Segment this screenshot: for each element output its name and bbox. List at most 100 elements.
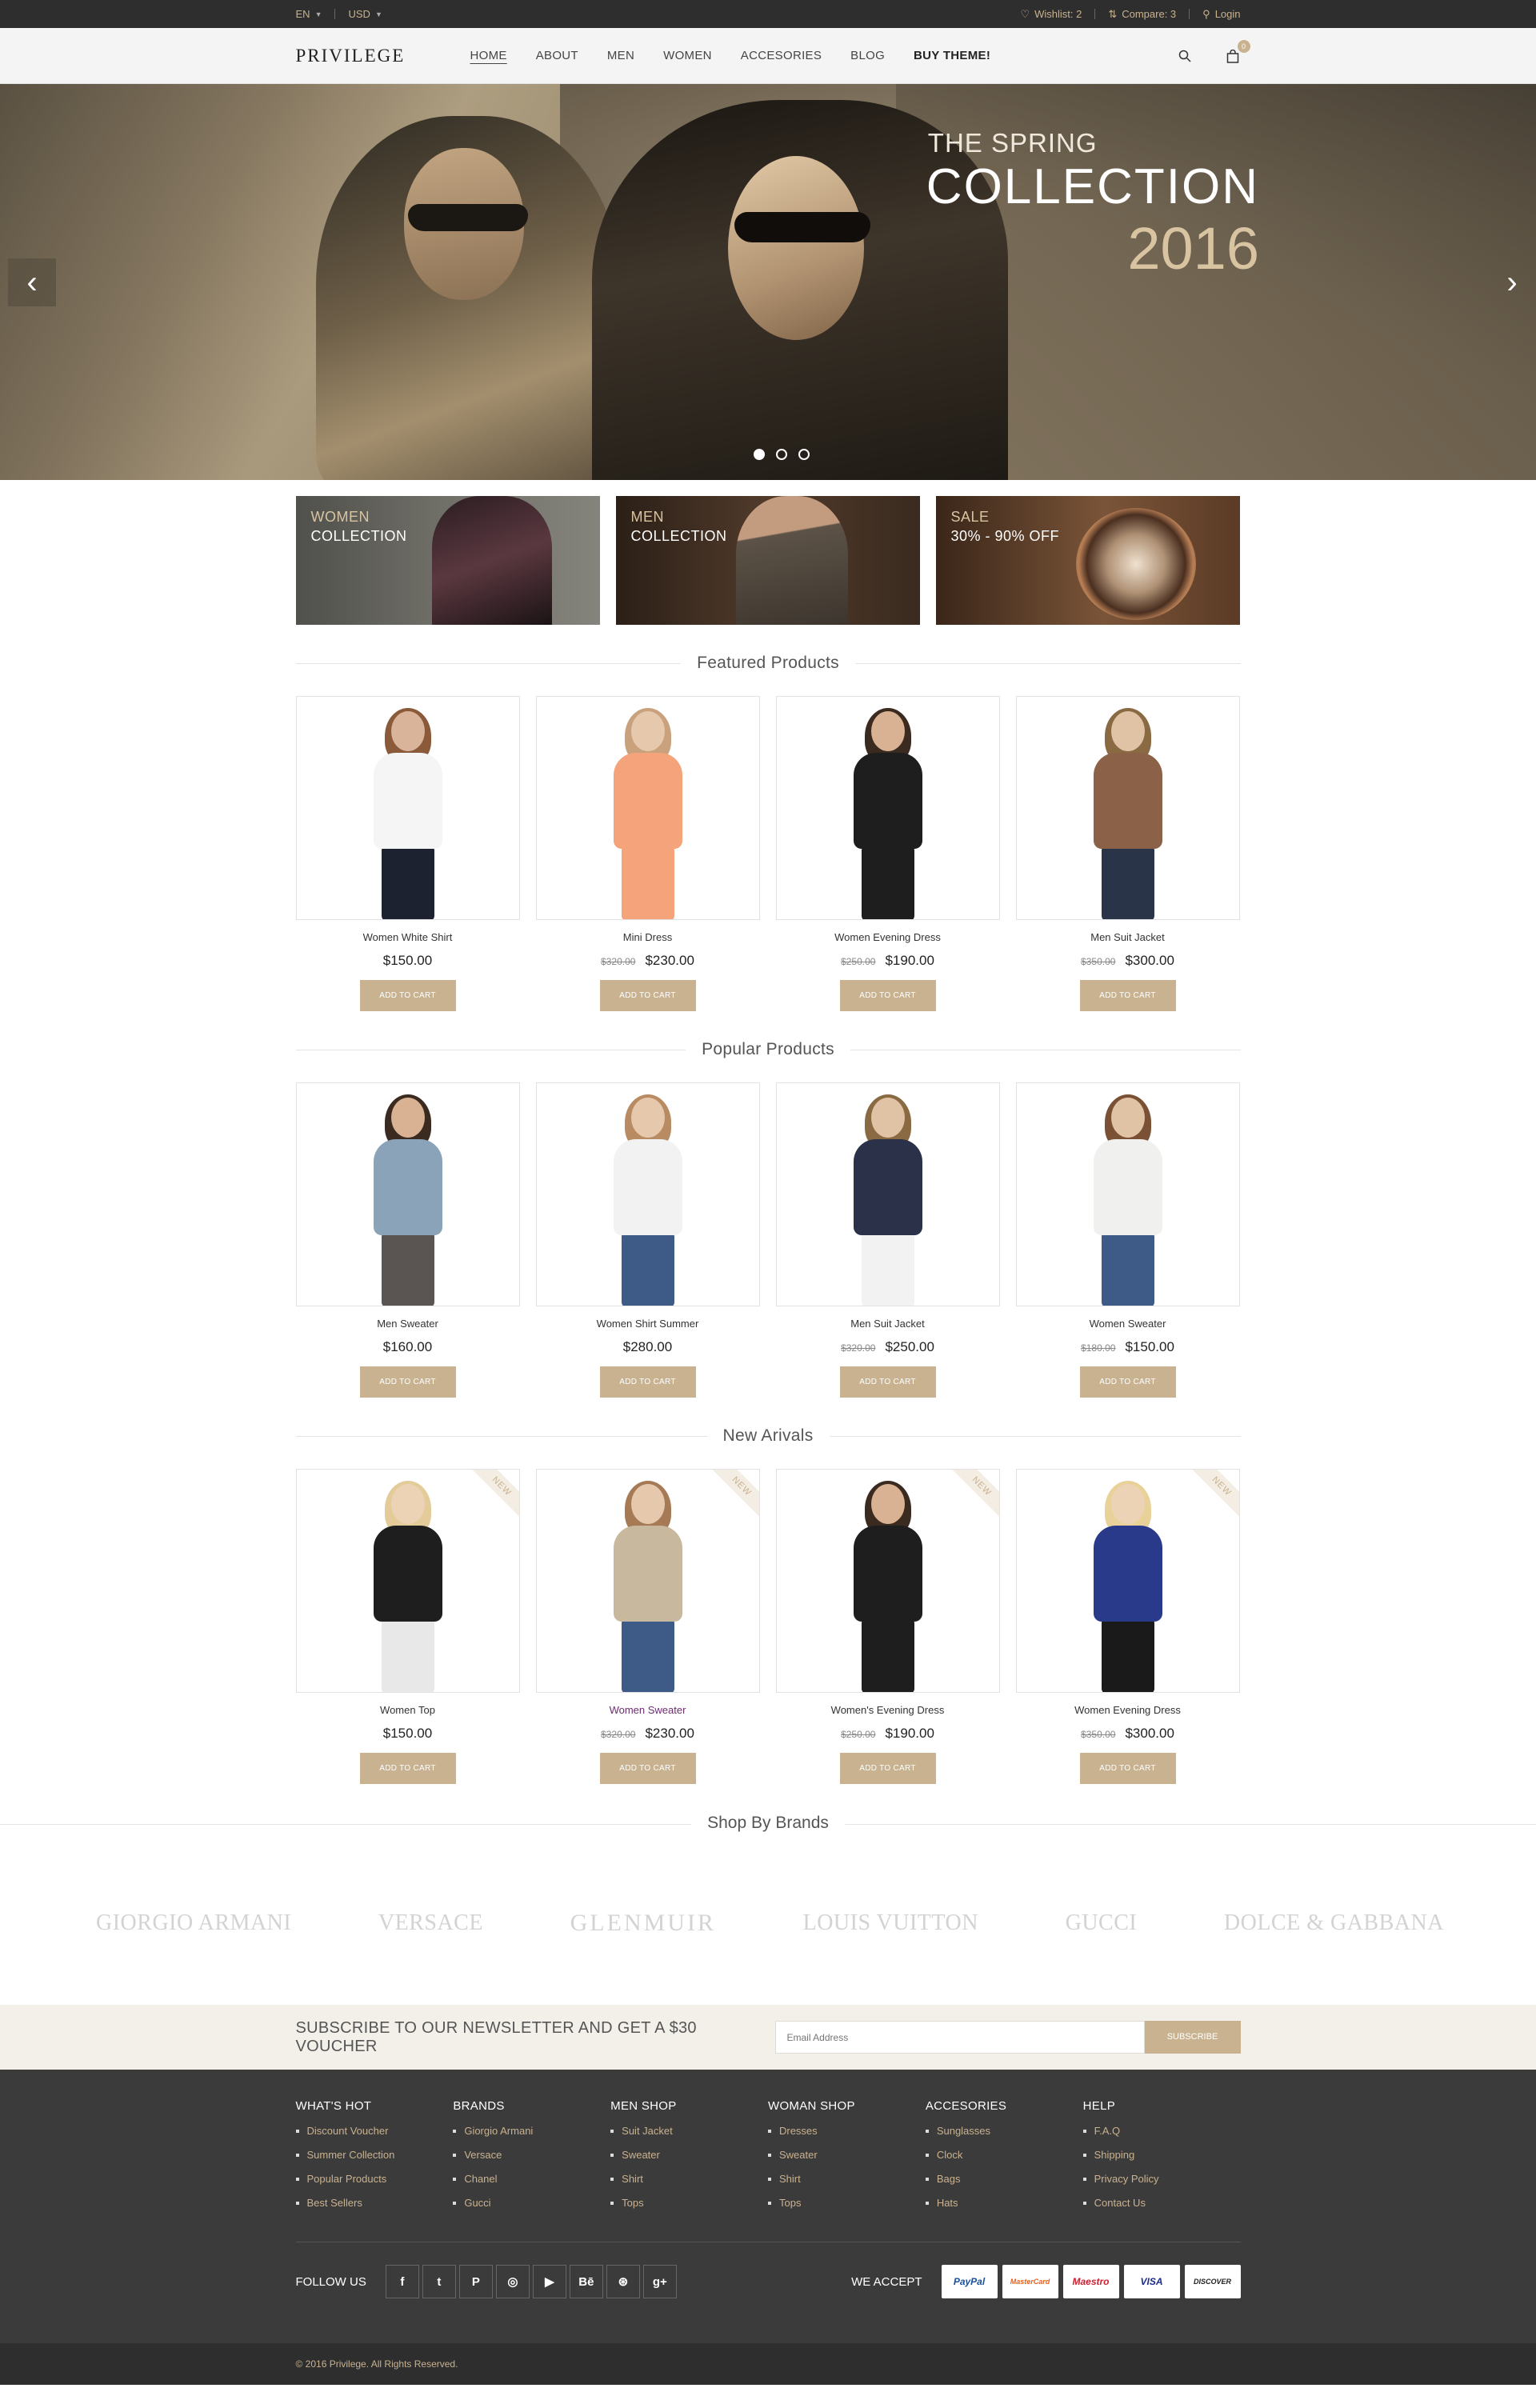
footer-link[interactable]: Summer Collection [295,2149,454,2161]
add-to-cart-button[interactable]: ADD TO CART [1079,980,1176,1011]
banner-sale[interactable]: SALE 30% - 90% OFF [935,496,1240,625]
footer-link[interactable]: F.A.Q [1082,2125,1241,2137]
add-to-cart-button[interactable]: ADD TO CART [599,1753,696,1784]
product-name[interactable]: Women Sweater [536,1704,760,1716]
footer-link[interactable]: Sunglasses [925,2125,1083,2137]
product-name[interactable]: Women Shirt Summer [536,1318,760,1330]
hero-slider[interactable]: THE SPRING COLLECTION 2016 ‹ › [0,84,1536,480]
compare-link[interactable]: ⇅ Compare: 3 [1095,8,1189,21]
site-logo[interactable]: PRIVILEGE [296,46,456,66]
footer-link[interactable]: Tops [767,2197,926,2209]
nav-women[interactable]: WOMEN [649,46,726,66]
product-image[interactable] [295,1082,520,1306]
footer-link[interactable]: Shirt [610,2173,768,2185]
nav-men[interactable]: MEN [593,46,649,66]
product-image[interactable] [535,696,760,920]
product-name[interactable]: Men Sweater [296,1318,520,1330]
footer-link[interactable]: Popular Products [295,2173,454,2185]
instagram-icon[interactable]: ◎ [495,2265,530,2298]
footer-link[interactable]: Best Sellers [295,2197,454,2209]
behance-icon[interactable]: Bē [569,2265,603,2298]
footer-link[interactable]: Gucci [453,2197,610,2209]
footer-link[interactable]: Shirt [767,2173,926,2185]
login-link[interactable]: ⚲ Login [1190,8,1240,21]
product-image[interactable] [775,1082,1000,1306]
product-image[interactable] [1015,696,1240,920]
product-image[interactable] [295,696,520,920]
footer-link[interactable]: Discount Voucher [295,2125,454,2137]
nav-accesories[interactable]: ACCESORIES [726,46,836,66]
footer-link[interactable]: Dresses [767,2125,926,2137]
nav-about[interactable]: ABOUT [522,46,593,66]
prev-slide-button[interactable]: ‹ [8,258,56,306]
footer-link[interactable]: Shipping [1082,2149,1241,2161]
googleplus-icon[interactable]: g+ [642,2265,677,2298]
search-icon[interactable] [1177,48,1193,64]
slider-dot[interactable] [776,449,787,460]
brand-logo[interactable]: DOLCE & GABBANA [1224,1910,1444,1936]
subscribe-button[interactable]: SUBSCRIBE [1144,2021,1241,2054]
twitter-icon[interactable]: t [422,2265,456,2298]
add-to-cart-button[interactable]: ADD TO CART [359,1366,456,1398]
add-to-cart-button[interactable]: ADD TO CART [359,980,456,1011]
brand-logo[interactable]: GUCCI [1066,1910,1138,1936]
product-name[interactable]: Women Sweater [1016,1318,1240,1330]
add-to-cart-button[interactable]: ADD TO CART [839,1753,936,1784]
footer-link[interactable]: Bags [925,2173,1083,2185]
product-image[interactable]: NEW [295,1469,520,1693]
pinterest-icon[interactable]: P [458,2265,493,2298]
product-image[interactable]: NEW [1015,1469,1240,1693]
product-name[interactable]: Mini Dress [536,931,760,943]
next-slide-button[interactable]: › [1488,258,1536,306]
add-to-cart-button[interactable]: ADD TO CART [839,1366,936,1398]
email-field[interactable] [774,2021,1145,2054]
footer-link[interactable]: Sweater [610,2149,768,2161]
footer-link[interactable]: Chanel [453,2173,610,2185]
nav-blog[interactable]: BLOG [836,46,899,66]
currency-select[interactable]: USD ▼ [335,8,394,20]
footer-link[interactable]: Giorgio Armani [453,2125,610,2137]
footer-link[interactable]: Sweater [767,2149,926,2161]
dribbble-icon[interactable]: ⊛ [606,2265,640,2298]
product-name[interactable]: Men Suit Jacket [1016,931,1240,943]
add-to-cart-button[interactable]: ADD TO CART [839,980,936,1011]
product-name[interactable]: Women Evening Dress [776,931,1000,943]
add-to-cart-button[interactable]: ADD TO CART [359,1753,456,1784]
nav-buy-theme[interactable]: BUY THEME! [899,46,1005,66]
footer-link[interactable]: Versace [453,2149,610,2161]
facebook-icon[interactable]: f [385,2265,419,2298]
nav-home[interactable]: HOME [456,46,522,66]
banner-men-collection[interactable]: MEN COLLECTION [615,496,920,625]
add-to-cart-button[interactable]: ADD TO CART [599,980,696,1011]
footer-link[interactable]: Suit Jacket [610,2125,768,2137]
add-to-cart-button[interactable]: ADD TO CART [599,1366,696,1398]
wishlist-link[interactable]: ♡ Wishlist: 2 [1020,8,1094,21]
product-name[interactable]: Men Suit Jacket [776,1318,1000,1330]
footer-link[interactable]: Clock [925,2149,1083,2161]
product-name[interactable]: Women Top [296,1704,520,1716]
product-name[interactable]: Women Evening Dress [1016,1704,1240,1716]
youtube-icon[interactable]: ▶ [532,2265,566,2298]
brand-logo[interactable]: LOUIS VUITTON [803,1910,978,1936]
add-to-cart-button[interactable]: ADD TO CART [1079,1753,1176,1784]
language-select[interactable]: EN ▼ [296,8,335,20]
banner-women-collection[interactable]: WOMEN COLLECTION [295,496,600,625]
brand-logo[interactable]: VERSACE [378,1910,483,1936]
product-name[interactable]: Women White Shirt [296,931,520,943]
product-image[interactable] [535,1082,760,1306]
product-image[interactable] [1015,1082,1240,1306]
footer-link[interactable]: Contact Us [1082,2197,1241,2209]
add-to-cart-button[interactable]: ADD TO CART [1079,1366,1176,1398]
brand-logo[interactable]: GIORGIO ARMANI [96,1910,291,1936]
product-name[interactable]: Women's Evening Dress [776,1704,1000,1716]
slider-dot[interactable] [754,449,765,460]
cart-icon[interactable]: 0 [1225,40,1250,64]
product-image[interactable]: NEW [775,1469,1000,1693]
product-image[interactable] [775,696,1000,920]
footer-link[interactable]: Hats [925,2197,1083,2209]
slider-dot[interactable] [798,449,810,460]
footer-link[interactable]: Privacy Policy [1082,2173,1241,2185]
footer-link[interactable]: Tops [610,2197,768,2209]
product-image[interactable]: NEW [535,1469,760,1693]
brand-logo[interactable]: GLENMUIR [570,1910,716,1937]
